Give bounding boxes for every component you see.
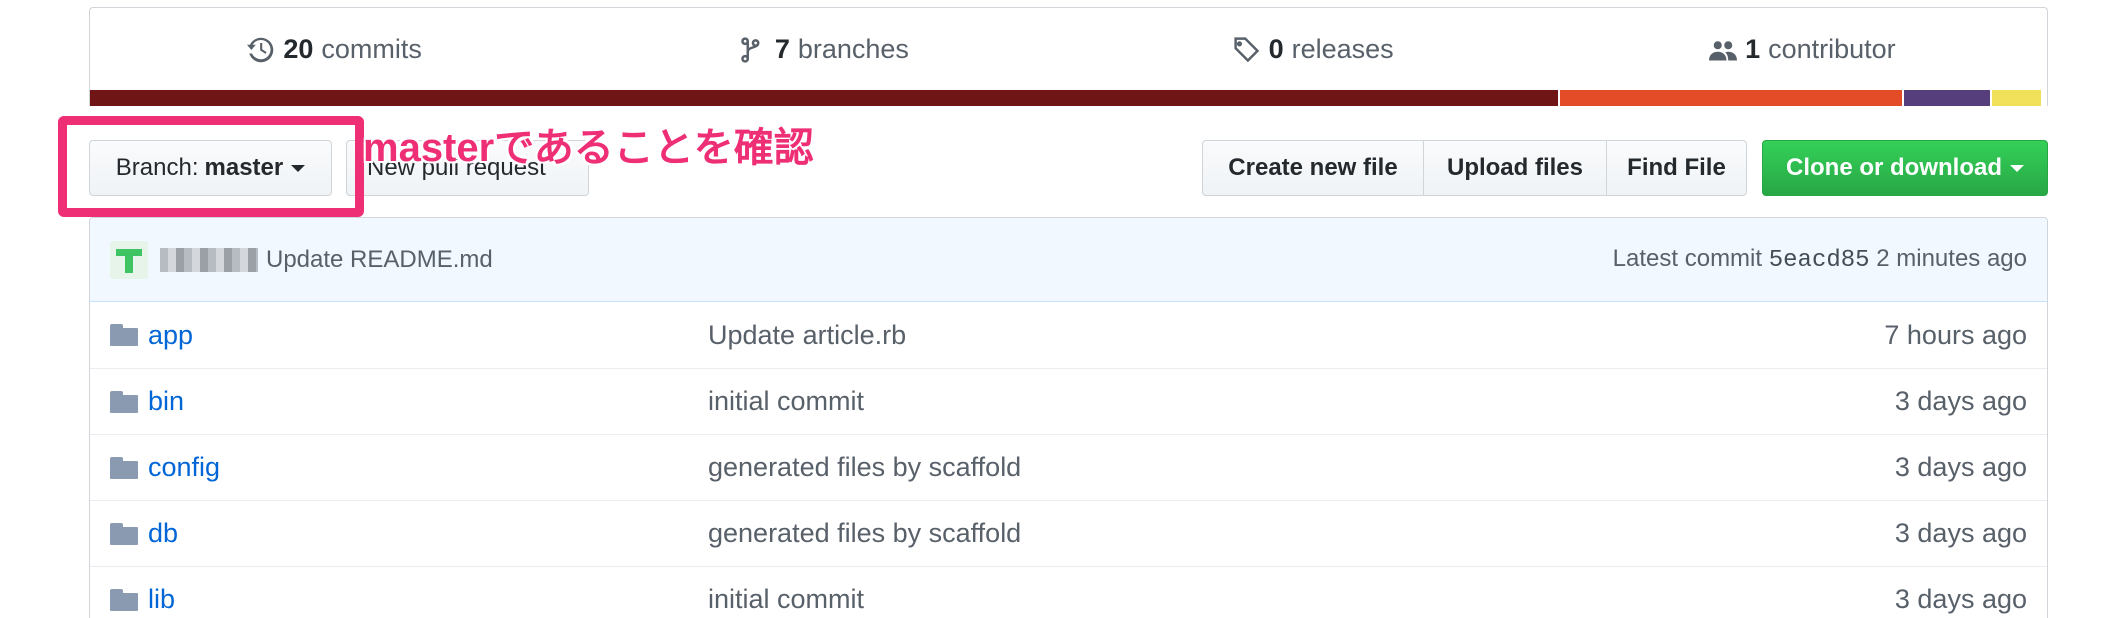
file-commit-message[interactable]: generated files by scaffold <box>708 518 1895 549</box>
table-row: bin initial commit 3 days ago <box>90 368 2047 434</box>
upload-files-label: Upload files <box>1446 154 1584 181</box>
upload-files-button[interactable]: Upload files <box>1423 140 1607 196</box>
find-file-label: Find File <box>1627 154 1726 181</box>
commit-age: 2 minutes ago <box>1876 245 2027 272</box>
file-table: Update README.md Latest commit 5eacd85 2… <box>89 217 2048 618</box>
contributors-count: 1 <box>1745 34 1761 64</box>
table-row: db generated files by scaffold 3 days ago <box>90 500 2047 566</box>
latest-commit-label: Latest commit <box>1612 245 1763 272</box>
clone-or-download-button[interactable]: Clone or download <box>1762 140 2048 196</box>
clone-or-download-label: Clone or download <box>1786 154 2002 181</box>
find-file-button[interactable]: Find File <box>1606 140 1747 196</box>
annotation-highlight-box <box>58 116 364 217</box>
latest-commit-bar: Update README.md Latest commit 5eacd85 2… <box>90 218 2047 302</box>
file-name-link[interactable]: bin <box>148 386 708 417</box>
avatar[interactable] <box>110 240 148 279</box>
folder-icon <box>110 390 138 413</box>
releases-link[interactable]: 0 releases <box>1069 8 1558 91</box>
chevron-down-icon <box>2010 164 2024 172</box>
branch-icon <box>741 36 760 63</box>
file-actions-group: Create new file Upload files Find File <box>1202 140 1747 196</box>
file-age: 3 days ago <box>1894 452 2027 482</box>
language-bar-segment[interactable] <box>1557 90 1903 106</box>
branches-link[interactable]: 7 branches <box>579 8 1068 91</box>
folder-icon <box>110 324 138 346</box>
releases-count: 0 <box>1268 34 1284 64</box>
commits-count: 20 <box>283 34 314 64</box>
file-name-link[interactable]: db <box>148 518 708 549</box>
releases-label: releases <box>1291 34 1394 64</box>
file-name-link[interactable]: config <box>148 452 708 483</box>
branches-count: 7 <box>774 34 790 64</box>
file-list: app Update article.rb 7 hours ago bin initia… <box>90 302 2047 618</box>
table-row: app Update article.rb 7 hours ago <box>90 302 2047 368</box>
language-bar[interactable] <box>90 90 2047 106</box>
tag-icon <box>1233 36 1259 62</box>
file-name-link[interactable]: app <box>148 320 708 351</box>
language-bar-segment[interactable] <box>1902 90 1991 106</box>
commit-message[interactable]: Update README.md <box>266 246 493 274</box>
contributors-link[interactable]: 1 contributor <box>1558 8 2047 91</box>
file-commit-message[interactable]: initial commit <box>708 386 1895 417</box>
file-age: 3 days ago <box>1894 386 2027 416</box>
history-icon <box>247 37 274 62</box>
file-commit-message[interactable]: Update article.rb <box>708 320 1884 351</box>
people-icon <box>1709 40 1738 60</box>
latest-commit-info: Latest commit 5eacd85 2 minutes ago <box>1613 245 2027 274</box>
table-row: config generated files by scaffold 3 days … <box>90 434 2047 500</box>
commits-link[interactable]: 20 commits <box>90 8 579 91</box>
annotation-text: masterであることを確認 <box>363 126 814 170</box>
repo-summary: 20 commits 7 branches 0 releases 1 contr… <box>89 7 2048 106</box>
commits-label: commits <box>321 34 422 64</box>
create-new-file-label: Create new file <box>1228 154 1398 181</box>
folder-icon <box>110 456 138 479</box>
language-bar-segment[interactable] <box>90 90 1558 106</box>
file-commit-message[interactable]: initial commit <box>708 584 1895 615</box>
create-new-file-button[interactable]: Create new file <box>1202 140 1424 196</box>
contributors-label: contributor <box>1768 34 1896 64</box>
file-age: 3 days ago <box>1894 584 2027 614</box>
folder-icon <box>110 588 138 611</box>
language-bar-segment[interactable] <box>1990 90 2042 106</box>
table-row: lib initial commit 3 days ago <box>90 566 2047 618</box>
author-name-redacted[interactable] <box>160 247 258 272</box>
file-commit-message[interactable]: generated files by scaffold <box>708 452 1895 483</box>
file-age: 7 hours ago <box>1884 319 2027 350</box>
folder-icon <box>110 522 138 545</box>
file-age: 3 days ago <box>1894 518 2027 548</box>
file-name-link[interactable]: lib <box>148 584 708 615</box>
commit-sha[interactable]: 5eacd85 <box>1769 247 1870 274</box>
branches-label: branches <box>797 34 909 64</box>
